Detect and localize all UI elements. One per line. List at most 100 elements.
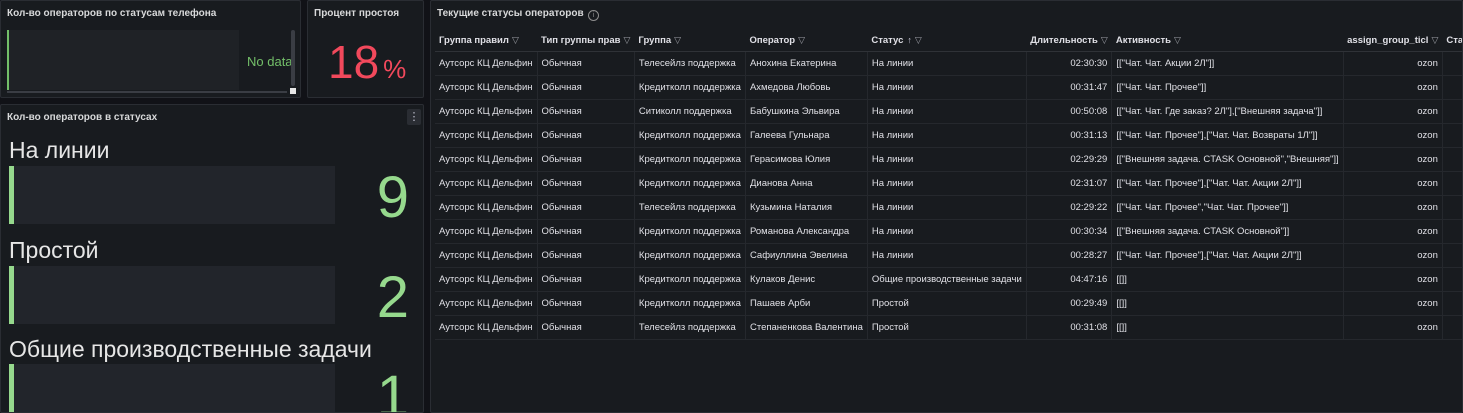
operators-table: Группа правил ▽ Тип группы прав ▽ Группа ▽ Опе… bbox=[435, 29, 1463, 340]
table-cell: Кредитколл поддержка bbox=[634, 243, 746, 268]
column-header[interactable]: assign_group_ticl ▽ bbox=[1343, 29, 1443, 52]
table-cell: На линии bbox=[867, 75, 1027, 100]
percent-unit: % bbox=[383, 54, 407, 84]
info-circle-icon[interactable]: i bbox=[588, 10, 599, 21]
resize-handle[interactable] bbox=[290, 88, 296, 94]
status-bar-idle bbox=[9, 266, 335, 324]
table-cell: ozon bbox=[1343, 291, 1443, 316]
table-row[interactable]: Аутсорс КЦ Дельфин Обычная Кредитколл подд… bbox=[435, 243, 1462, 268]
status-bar-on-line bbox=[9, 166, 335, 224]
column-header[interactable]: Группа ▽ bbox=[634, 29, 746, 52]
column-header[interactable]: Тип группы прав ▽ bbox=[537, 29, 635, 52]
table-cell: ozon bbox=[1343, 243, 1443, 268]
table-cell: Обычная bbox=[537, 291, 635, 316]
table-cell: Аутсорс КЦ Дельфин bbox=[435, 195, 538, 220]
table-cell: Обычная bbox=[537, 195, 635, 220]
table-row[interactable]: Аутсорс КЦ Дельфин Обычная Кредитколл подд… bbox=[435, 147, 1462, 172]
table-cell bbox=[1442, 267, 1462, 292]
filter-icon[interactable]: ▽ bbox=[512, 35, 519, 46]
table-cell: 00:50:08 bbox=[1026, 99, 1113, 124]
horizontal-scrollbar[interactable] bbox=[7, 91, 287, 93]
table-row[interactable]: Аутсорс КЦ Дельфин Обычная Телесейлз подде… bbox=[435, 315, 1462, 340]
status-bar-production-tasks bbox=[9, 364, 335, 412]
table-cell: Обычная bbox=[537, 147, 635, 172]
table-cell: ozon bbox=[1343, 123, 1443, 148]
table-cell: 00:31:47 bbox=[1026, 75, 1113, 100]
column-header[interactable]: Активность ▽ bbox=[1111, 29, 1344, 52]
table-cell bbox=[1442, 291, 1462, 316]
column-header[interactable]: Длительность ▽ bbox=[1026, 29, 1112, 52]
table-header-row: Группа правил ▽ Тип группы прав ▽ Группа ▽ Опе… bbox=[435, 29, 1463, 52]
table-cell: 02:31:07 bbox=[1026, 171, 1113, 196]
table-cell: ozon bbox=[1343, 195, 1443, 220]
kebab-menu-icon[interactable]: ⋮ bbox=[407, 109, 421, 125]
table-cell: 02:30:30 bbox=[1026, 51, 1113, 76]
table-row[interactable]: Аутсорс КЦ Дельфин Обычная Кредитколл подд… bbox=[435, 171, 1462, 196]
filter-icon[interactable]: ▽ bbox=[915, 35, 922, 46]
table-cell: ozon bbox=[1343, 99, 1443, 124]
table-cell: Кредитколл поддержка bbox=[634, 123, 746, 148]
table-cell: Кредитколл поддержка bbox=[634, 171, 746, 196]
table-cell: [[]] bbox=[1111, 315, 1344, 340]
filter-icon[interactable]: ▽ bbox=[1174, 35, 1181, 46]
filter-icon[interactable]: ▽ bbox=[1431, 35, 1438, 46]
table-cell: Аутсорс КЦ Дельфин bbox=[435, 243, 538, 268]
table-cell: Простой bbox=[867, 291, 1027, 316]
table-cell: Аутсорс КЦ Дельфин bbox=[435, 219, 538, 244]
table-cell: Сафиуллина Эвелина bbox=[745, 243, 868, 268]
table-cell: Кулаков Денис bbox=[745, 267, 868, 292]
table-cell: Степаненкова Валентина bbox=[745, 315, 868, 340]
panel-title: Текущие статусы операторов bbox=[437, 8, 584, 19]
filter-icon[interactable]: ▽ bbox=[1101, 35, 1108, 46]
table-cell bbox=[1442, 123, 1462, 148]
table-cell: [[]] bbox=[1111, 291, 1344, 316]
table-cell: [["Чат. Чат. Прочее"]] bbox=[1111, 75, 1344, 100]
table-row[interactable]: Аутсорс КЦ Дельфин Обычная Кредитколл подд… bbox=[435, 291, 1462, 316]
column-header-label: Статус теле bbox=[1446, 34, 1463, 46]
table-cell: Аутсорс КЦ Дельфин bbox=[435, 315, 538, 340]
filter-icon[interactable]: ▽ bbox=[674, 35, 681, 46]
table-cell: Аутсорс КЦ Дельфин bbox=[435, 147, 538, 172]
filter-icon[interactable]: ▽ bbox=[798, 35, 805, 46]
table-cell: Бабушкина Эльвира bbox=[745, 99, 868, 124]
table-row[interactable]: Аутсорс КЦ Дельфин Обычная Телесейлз подде… bbox=[435, 51, 1462, 76]
percent-number: 18 bbox=[328, 36, 380, 88]
table-row[interactable]: Аутсорс КЦ Дельфин Обычная Ситиколл поддер… bbox=[435, 99, 1462, 124]
vertical-scrollbar[interactable] bbox=[291, 30, 295, 86]
table-cell bbox=[1442, 219, 1462, 244]
table-cell: ozon bbox=[1343, 51, 1443, 76]
table-cell: Ахмедова Любовь bbox=[745, 75, 868, 100]
column-header[interactable]: Оператор ▽ bbox=[745, 29, 868, 52]
column-header-label: Группа правил bbox=[439, 34, 509, 46]
table-cell: [["Чат. Чат. Прочее"],["Чат. Чат. Возвра… bbox=[1111, 123, 1344, 148]
column-header-label: Статус bbox=[871, 34, 904, 46]
table-cell: [["Чат. Чат. Прочее"],["Чат. Чат. Акции … bbox=[1111, 243, 1344, 268]
table-row[interactable]: Аутсорс КЦ Дельфин Обычная Кредитколл подд… bbox=[435, 267, 1462, 292]
column-header[interactable]: Группа правил ▽ bbox=[435, 29, 538, 52]
table-row[interactable]: Аутсорс КЦ Дельфин Обычная Кредитколл подд… bbox=[435, 75, 1462, 100]
sort-arrow-icon[interactable]: ↑ bbox=[907, 35, 912, 45]
table-cell bbox=[1442, 75, 1462, 100]
no-data-label: No data bbox=[247, 54, 293, 69]
table-cell: [["Внешняя задача. CTASK Основной"]] bbox=[1111, 219, 1344, 244]
panel-title: Кол-во операторов в статусах bbox=[7, 112, 158, 123]
table-cell: Аутсорс КЦ Дельфин bbox=[435, 75, 538, 100]
table-row[interactable]: Аутсорс КЦ Дельфин Обычная Кредитколл подд… bbox=[435, 219, 1462, 244]
table-cell: Герасимова Юлия bbox=[745, 147, 868, 172]
column-header[interactable]: Статус теле bbox=[1442, 29, 1463, 52]
table-cell: 00:28:27 bbox=[1026, 243, 1113, 268]
panel-title: Процент простоя bbox=[314, 8, 400, 19]
table-cell: ozon bbox=[1343, 267, 1443, 292]
table-cell: Обычная bbox=[537, 75, 635, 100]
table-row[interactable]: Аутсорс КЦ Дельфин Обычная Телесейлз подде… bbox=[435, 195, 1462, 220]
table-cell: 02:29:22 bbox=[1026, 195, 1113, 220]
table-cell: Анохина Екатерина bbox=[745, 51, 868, 76]
table-cell: На линии bbox=[867, 99, 1027, 124]
table-cell: На линии bbox=[867, 243, 1027, 268]
operator-status-table-panel: Текущие статусы операторов i Группа прав… bbox=[430, 0, 1463, 413]
filter-icon[interactable]: ▽ bbox=[624, 35, 631, 46]
table-cell: Аутсорс КЦ Дельфин bbox=[435, 267, 538, 292]
table-row[interactable]: Аутсорс КЦ Дельфин Обычная Кредитколл подд… bbox=[435, 123, 1462, 148]
table-cell: Кузьмина Наталия bbox=[745, 195, 868, 220]
column-header[interactable]: Статус ↑ ▽ bbox=[867, 29, 1027, 52]
